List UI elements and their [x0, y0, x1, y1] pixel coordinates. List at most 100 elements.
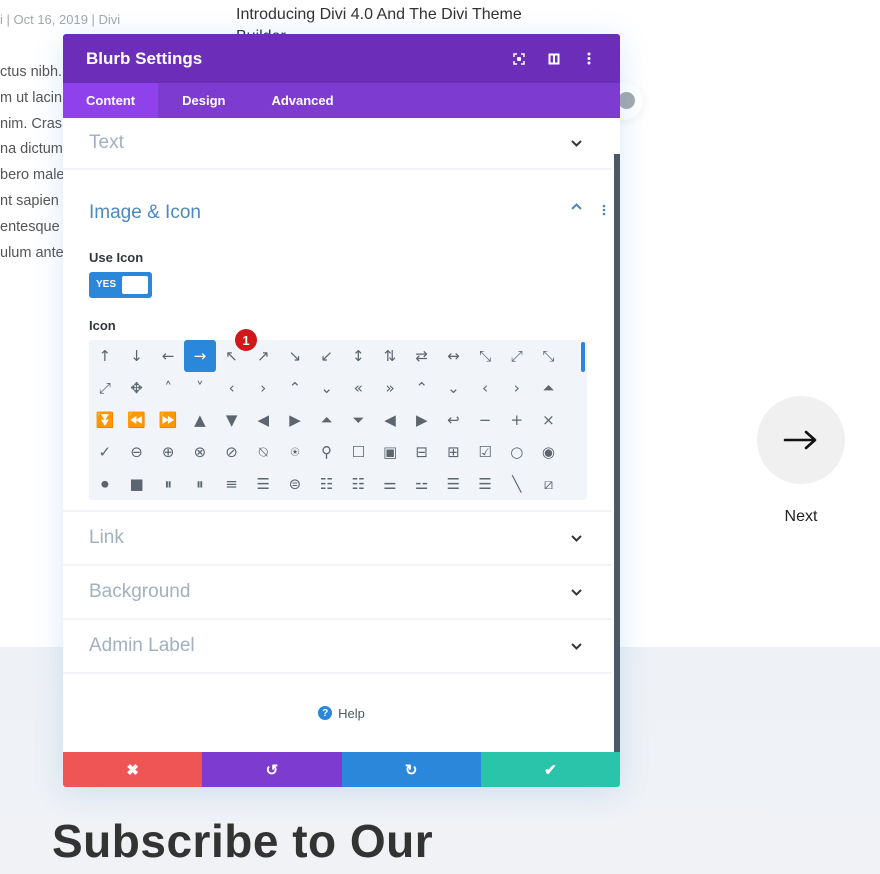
- icon-option[interactable]: ⍉: [247, 436, 279, 468]
- icon-option[interactable]: ⏩: [152, 404, 184, 436]
- icon-option[interactable]: ☷: [311, 468, 343, 500]
- icon-option[interactable]: ←: [152, 340, 184, 372]
- icon-option[interactable]: ›: [247, 372, 279, 404]
- icon-option[interactable]: »: [374, 372, 406, 404]
- icon-option[interactable]: ⤢: [89, 372, 121, 404]
- fullscreen-button[interactable]: [501, 34, 536, 83]
- modal-scrollbar[interactable]: [614, 154, 620, 752]
- section-text-header[interactable]: Text: [63, 118, 612, 168]
- icon-option[interactable]: ■: [121, 468, 153, 500]
- section-text[interactable]: Text: [63, 118, 612, 170]
- discard-button[interactable]: ✖: [63, 752, 203, 787]
- icon-option[interactable]: ↙: [311, 340, 343, 372]
- icon-option[interactable]: ⏸: [152, 468, 184, 500]
- icon-option[interactable]: ↓: [121, 340, 153, 372]
- icon-option[interactable]: «: [343, 372, 375, 404]
- icon-option[interactable]: ▶: [406, 404, 438, 436]
- icon-option[interactable]: ◀: [247, 404, 279, 436]
- chevron-up-icon[interactable]: [570, 200, 582, 212]
- icon-option[interactable]: ⏶: [311, 404, 343, 436]
- section-options-icon[interactable]: [602, 200, 606, 222]
- icon-option[interactable]: ≡: [216, 468, 248, 500]
- icon-option[interactable]: ▼: [216, 404, 248, 436]
- icon-option[interactable]: ⏸: [184, 468, 216, 500]
- icon-option[interactable]: ⊘: [216, 436, 248, 468]
- icon-option[interactable]: ◉: [533, 436, 565, 468]
- more-options-button[interactable]: [571, 34, 606, 83]
- icon-option[interactable]: ‹: [469, 372, 501, 404]
- icon-option[interactable]: ↑: [89, 340, 121, 372]
- chevron-down-icon[interactable]: [570, 532, 582, 544]
- section-link-header[interactable]: Link: [63, 512, 612, 564]
- icon-grid-scrollbar[interactable]: [581, 342, 585, 372]
- icon-option[interactable]: ⤢: [501, 340, 533, 372]
- section-background-header[interactable]: Background: [63, 566, 612, 618]
- icon-option[interactable]: ☐: [343, 436, 375, 468]
- icon-option[interactable]: ▲: [184, 404, 216, 436]
- icon-option[interactable]: ⇄: [406, 340, 438, 372]
- next-blurb-icon-circle[interactable]: [757, 396, 845, 484]
- icon-option[interactable]: ↔: [438, 340, 470, 372]
- tab-design[interactable]: Design: [158, 83, 248, 118]
- icon-option[interactable]: ⊞: [438, 436, 470, 468]
- icon-option[interactable]: ✥: [121, 372, 153, 404]
- icon-option[interactable]: ⊗: [184, 436, 216, 468]
- icon-option[interactable]: ⏺: [89, 468, 121, 500]
- icon-option[interactable]: −: [469, 404, 501, 436]
- tab-content[interactable]: Content: [63, 83, 159, 118]
- modal-header[interactable]: Blurb Settings: [63, 34, 620, 83]
- icon-option[interactable]: ▶: [279, 404, 311, 436]
- redo-button[interactable]: ↻: [341, 752, 481, 787]
- tab-advanced[interactable]: Advanced: [248, 83, 356, 118]
- section-image-icon-header[interactable]: Image & Icon: [63, 170, 612, 238]
- icon-option[interactable]: ☑: [469, 436, 501, 468]
- icon-option[interactable]: ˄: [152, 372, 184, 404]
- icon-option[interactable]: ˅: [184, 372, 216, 404]
- icon-option[interactable]: ⧄: [533, 468, 565, 500]
- split-view-button[interactable]: [536, 34, 571, 83]
- icon-option[interactable]: ▣: [374, 436, 406, 468]
- icon-option[interactable]: ↩: [438, 404, 470, 436]
- icon-option[interactable]: ⤡: [533, 340, 565, 372]
- section-admin-label[interactable]: Admin Label: [63, 620, 612, 674]
- chevron-down-icon[interactable]: [570, 137, 582, 149]
- undo-button[interactable]: ↺: [202, 752, 342, 787]
- icon-option[interactable]: ☰: [247, 468, 279, 500]
- icon-option[interactable]: ×: [533, 404, 565, 436]
- icon-option[interactable]: ☰: [469, 468, 501, 500]
- icon-option[interactable]: ✓: [89, 436, 121, 468]
- icon-option[interactable]: ↕: [343, 340, 375, 372]
- icon-option[interactable]: ⌃: [279, 372, 311, 404]
- icon-option[interactable]: ⊖: [121, 436, 153, 468]
- save-button[interactable]: ✔: [480, 752, 620, 787]
- icon-option[interactable]: ⊟: [406, 436, 438, 468]
- icon-option[interactable]: ☷: [343, 468, 375, 500]
- icon-option[interactable]: ⌄: [311, 372, 343, 404]
- help-link[interactable]: ? Help: [63, 674, 620, 752]
- icon-option[interactable]: ⏬: [89, 404, 121, 436]
- section-admin-label-header[interactable]: Admin Label: [63, 620, 612, 672]
- section-link[interactable]: Link: [63, 512, 612, 566]
- icon-option[interactable]: ⚌: [374, 468, 406, 500]
- chevron-down-icon[interactable]: [570, 586, 582, 598]
- icon-option[interactable]: ⤡: [469, 340, 501, 372]
- icon-option[interactable]: ☰: [438, 468, 470, 500]
- icon-option[interactable]: ╲: [501, 468, 533, 500]
- icon-option[interactable]: ⊜: [279, 468, 311, 500]
- use-icon-toggle[interactable]: YES: [89, 272, 152, 298]
- icon-option[interactable]: →: [184, 340, 216, 372]
- icon-option[interactable]: ›: [501, 372, 533, 404]
- section-background[interactable]: Background: [63, 566, 612, 620]
- chevron-down-icon[interactable]: [570, 640, 582, 652]
- icon-option[interactable]: ⏶: [533, 372, 565, 404]
- icon-option[interactable]: ↘: [279, 340, 311, 372]
- icon-option[interactable]: ⚲: [311, 436, 343, 468]
- icon-option[interactable]: ⊕: [152, 436, 184, 468]
- icon-option[interactable]: ○: [501, 436, 533, 468]
- icon-option[interactable]: +: [501, 404, 533, 436]
- icon-option[interactable]: ◀: [374, 404, 406, 436]
- icon-option[interactable]: ⚍: [406, 468, 438, 500]
- icon-option[interactable]: ⏷: [343, 404, 375, 436]
- icon-option[interactable]: ⏪: [121, 404, 153, 436]
- icon-option[interactable]: ⇅: [374, 340, 406, 372]
